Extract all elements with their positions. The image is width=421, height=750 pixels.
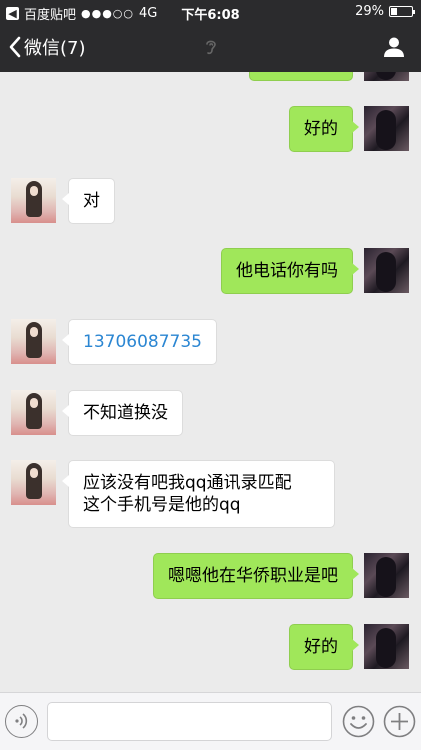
message-line: 这个手机号是他的qq [83, 495, 241, 515]
message-bubble-partial[interactable] [249, 72, 353, 81]
battery-percent: 29% [355, 4, 384, 19]
phone-number-link[interactable]: 13706087735 [62, 319, 217, 365]
input-bar [0, 692, 421, 750]
my-avatar[interactable] [364, 248, 409, 293]
message-bubble-sent[interactable]: 好的 [289, 624, 359, 670]
voice-button[interactable] [5, 705, 38, 738]
chat-info-button[interactable] [383, 36, 405, 62]
battery-level [391, 8, 397, 15]
message-bubble-received[interactable]: 对 [62, 178, 115, 224]
more-button[interactable] [383, 705, 416, 738]
message-bubble-received[interactable]: 不知道换没 [62, 390, 183, 436]
ear-icon [204, 38, 218, 60]
person-icon [384, 37, 404, 57]
my-avatar[interactable] [364, 553, 409, 598]
status-bar: ◀ 百度贴吧 ●●●○○ 4G 下午6:08 29% [0, 0, 421, 24]
voice-icon [15, 713, 28, 729]
message-bubble-sent[interactable]: 他电话你有吗 [221, 248, 359, 294]
contact-avatar[interactable] [11, 178, 56, 223]
message-bubble-sent[interactable]: 好的 [289, 106, 359, 152]
back-button[interactable]: 微信(7) [8, 34, 86, 60]
message-bubble-sent[interactable]: 嗯嗯他在华侨职业是吧 [153, 553, 359, 599]
back-label: 微信(7) [24, 38, 86, 59]
message-row [0, 72, 421, 81]
nav-bar: 微信(7) [0, 24, 421, 72]
message-line: 应该没有吧我qq通讯录匹配 [83, 473, 292, 493]
message-list[interactable]: 好的 对 他电话你有吗 13706087735 不知道换没 应该没有吧我qq通讯… [0, 72, 421, 692]
plus-icon [383, 705, 416, 738]
emoji-button[interactable] [342, 705, 375, 738]
chevron-left-icon [9, 36, 21, 58]
my-avatar[interactable] [364, 624, 409, 669]
my-avatar[interactable] [364, 72, 409, 81]
contact-avatar[interactable] [11, 319, 56, 364]
contact-avatar[interactable] [11, 460, 56, 505]
contact-avatar[interactable] [11, 390, 56, 435]
my-avatar[interactable] [364, 106, 409, 151]
message-input[interactable] [47, 702, 332, 741]
message-bubble-received[interactable]: 应该没有吧我qq通讯录匹配 这个手机号是他的qq [62, 460, 335, 528]
battery-icon [389, 6, 415, 17]
emoji-icon [342, 705, 375, 738]
